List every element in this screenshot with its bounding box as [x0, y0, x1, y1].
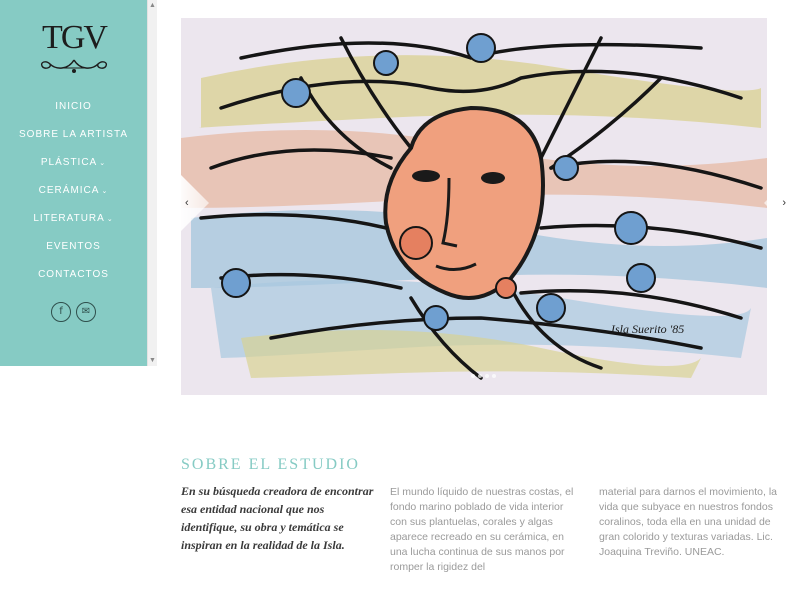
- artwork-signature: Isla Suerito '85: [610, 322, 684, 336]
- slider-dot[interactable]: [485, 374, 489, 378]
- mail-icon[interactable]: ✉: [76, 302, 96, 322]
- facebook-icon[interactable]: f: [51, 302, 71, 322]
- slider-dot[interactable]: [478, 374, 482, 378]
- nav-item-label: EVENTOS: [46, 241, 101, 252]
- nav-item-ceramica[interactable]: CERÁMICA ⌄: [0, 177, 147, 205]
- scroll-up-icon[interactable]: ▲: [149, 2, 156, 9]
- nav-item-inicio[interactable]: INICIO: [0, 93, 147, 121]
- nav-item-plastica[interactable]: PLÁSTICA ⌄: [0, 149, 147, 177]
- nav-item-label: INICIO: [55, 101, 92, 112]
- nav-item-eventos[interactable]: EVENTOS: [0, 233, 147, 261]
- sidebar-scrollbar[interactable]: ▲ ▼: [147, 0, 157, 366]
- nav-item-contactos[interactable]: CONTACTOS: [0, 261, 147, 289]
- nav-item-label: CERÁMICA: [38, 185, 100, 196]
- section-title: SOBRE EL ESTUDIO: [181, 456, 360, 473]
- chevron-down-icon: ⌄: [106, 216, 114, 223]
- logo-ornament-icon: [40, 59, 108, 73]
- site-logo[interactable]: TGV: [32, 18, 116, 80]
- nav-item-label: PLÁSTICA: [40, 157, 98, 168]
- section-text-column: El mundo líquido de nuestras costas, el …: [390, 486, 574, 573]
- nav-item-label: CONTACTOS: [38, 269, 109, 280]
- nav-item-label: LITERATURA: [33, 213, 105, 224]
- chevron-down-icon: ⌄: [99, 160, 107, 167]
- section-lead: En su búsqueda creadora de encontrar esa…: [181, 484, 374, 552]
- nav-item-sobre-la-artista[interactable]: SOBRE LA ARTISTA: [0, 121, 147, 149]
- slider-dot[interactable]: [471, 374, 475, 378]
- slider-next-button[interactable]: ›: [764, 175, 792, 231]
- main-nav: INICIO SOBRE LA ARTISTA PLÁSTICA ⌄ CERÁMI…: [0, 93, 147, 289]
- logo-text: TGV: [42, 19, 108, 56]
- nav-item-literatura[interactable]: LITERATURA ⌄: [0, 205, 147, 233]
- scroll-down-icon[interactable]: ▼: [149, 357, 156, 364]
- slider-dot[interactable]: [492, 374, 496, 378]
- slide-artwork: Isla Suerito '85: [181, 18, 767, 395]
- sidebar: TGV INICIO SOBRE LA ARTISTA PLÁSTICA ⌄ CE…: [0, 0, 147, 366]
- chevron-down-icon: ⌄: [101, 188, 109, 195]
- nav-item-label: SOBRE LA ARTISTA: [19, 129, 128, 140]
- section-text-column: material para darnos el movimiento, la v…: [599, 486, 777, 558]
- image-slider[interactable]: Isla Suerito '85: [181, 18, 767, 395]
